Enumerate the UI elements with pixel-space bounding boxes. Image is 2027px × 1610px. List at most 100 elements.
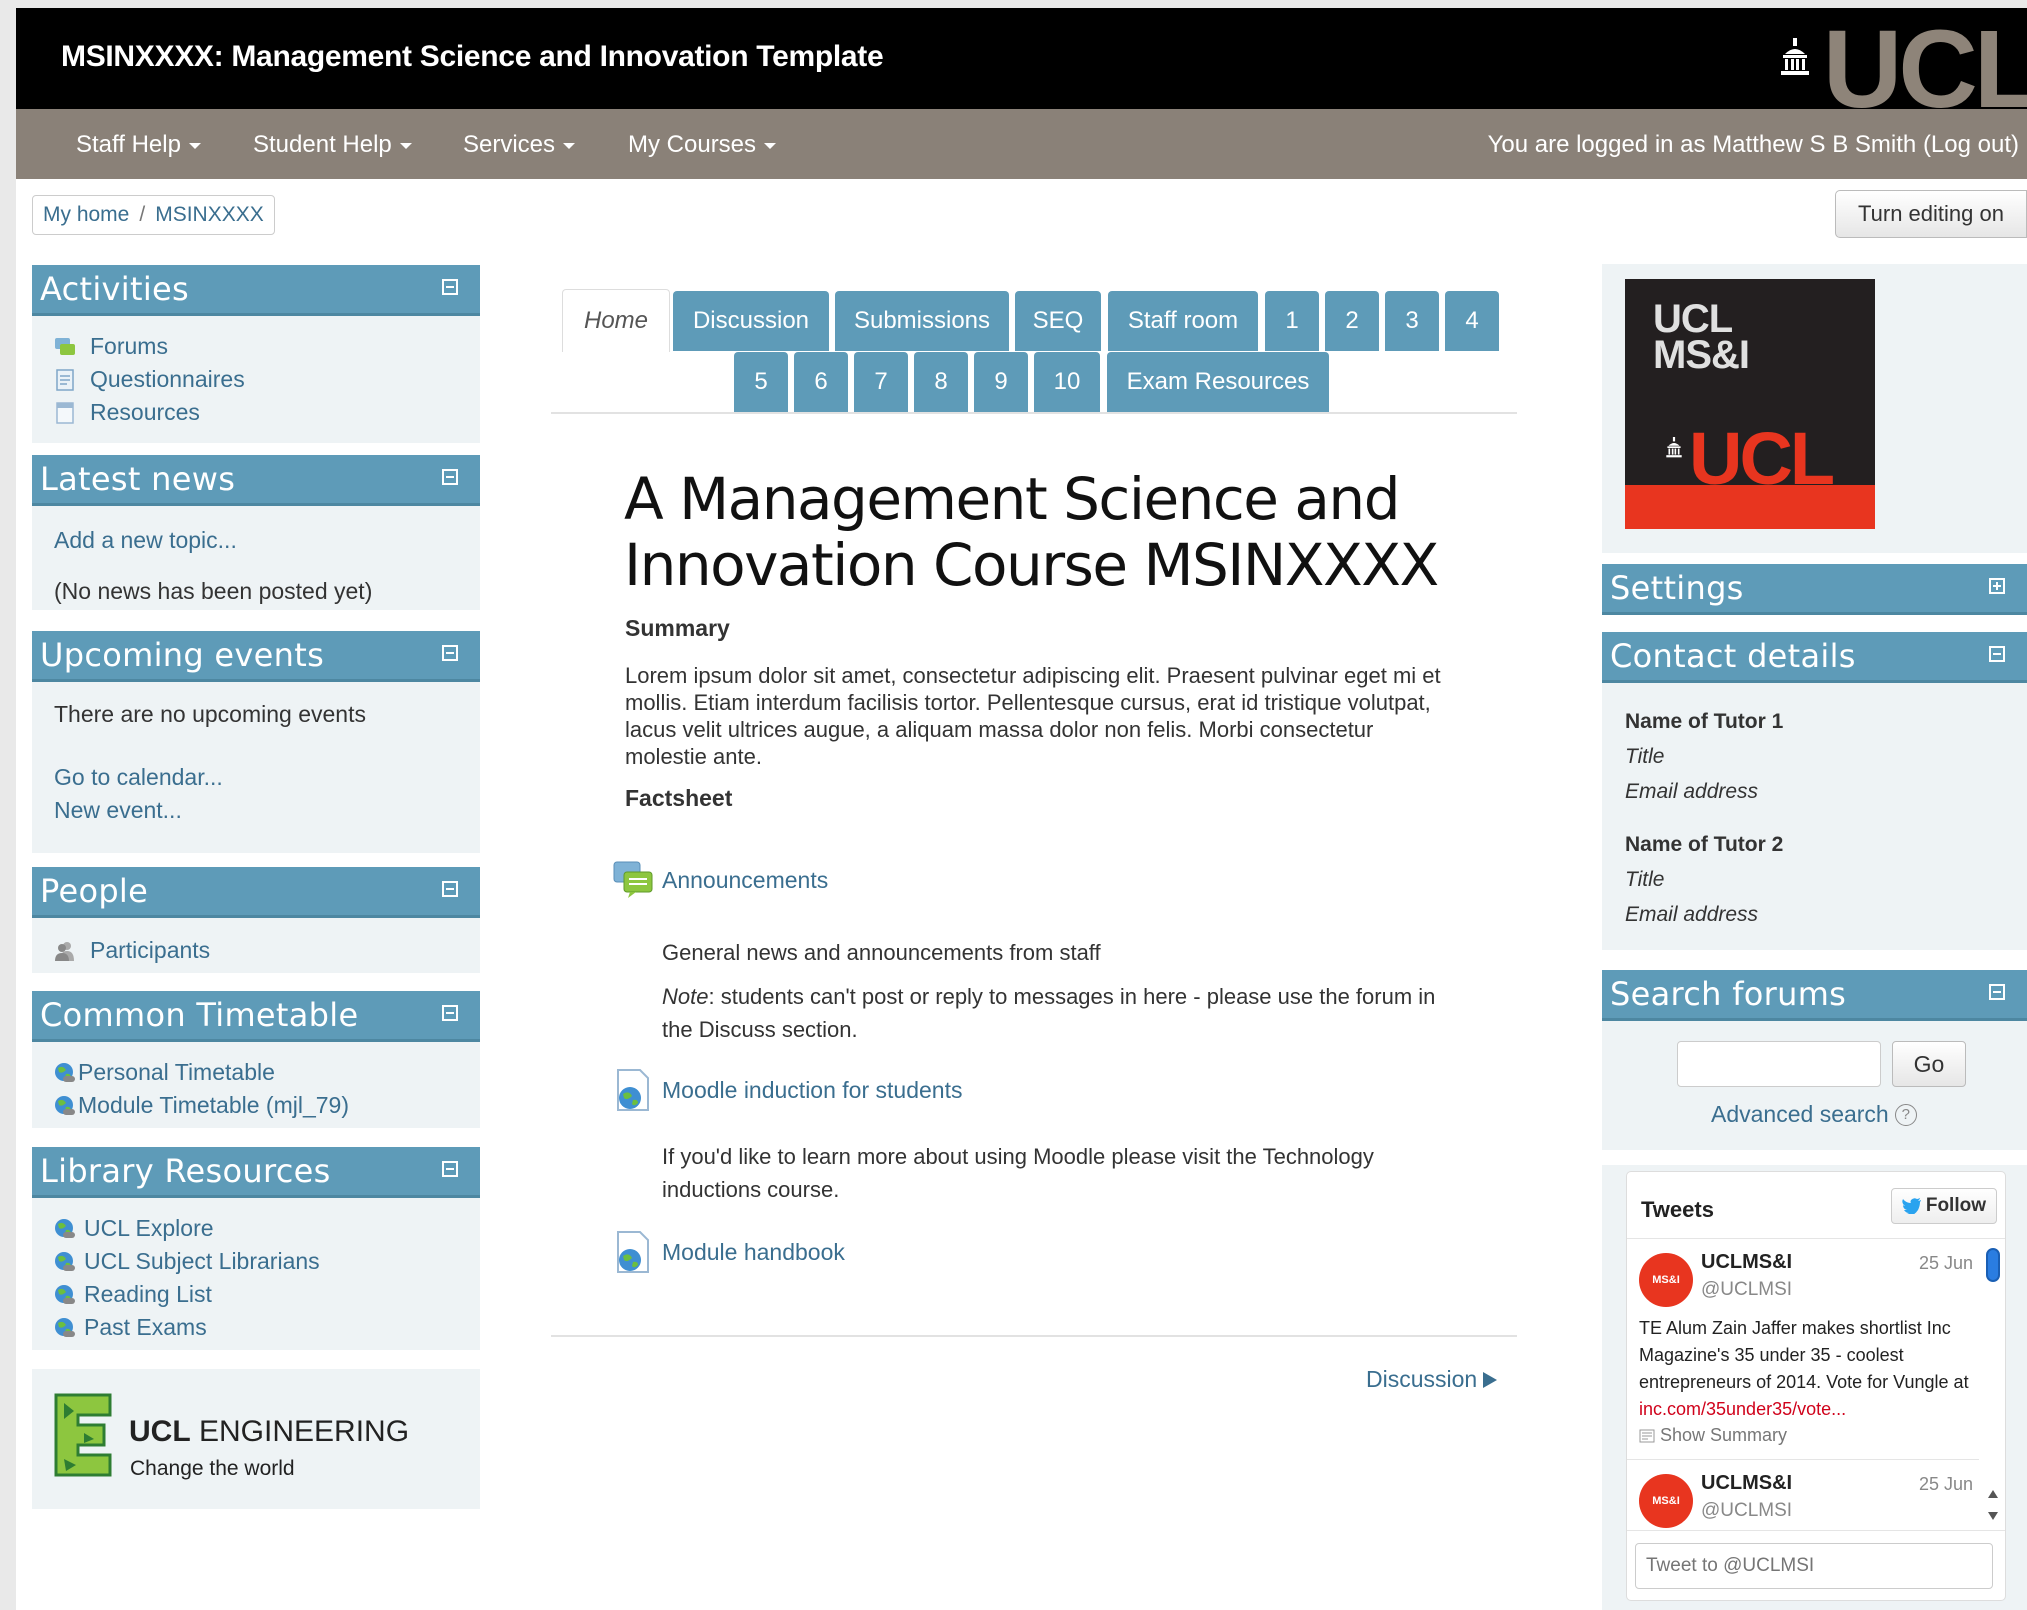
nav-student-help[interactable]: Student Help <box>253 131 412 159</box>
ucl-logo[interactable]: UCL <box>1779 26 2027 118</box>
block-title: Settings <box>1610 569 1744 607</box>
users-icon <box>55 941 74 961</box>
collapse-icon[interactable] <box>442 1161 458 1177</box>
block-header: Common Timetable <box>32 991 480 1042</box>
tab-2[interactable]: 2 <box>1325 291 1379 351</box>
tutor-email[interactable]: Email address <box>1625 774 1783 809</box>
tweet-date[interactable]: 25 Jun <box>1919 1253 1973 1274</box>
tweet-author[interactable]: UCLMS&I <box>1701 1472 1792 1495</box>
collapse-icon[interactable] <box>442 881 458 897</box>
tweet-compose-input[interactable] <box>1635 1543 1993 1589</box>
tab-8[interactable]: 8 <box>914 352 968 412</box>
library-link[interactable]: UCL Subject Librarians <box>54 1245 458 1278</box>
block-title: Latest news <box>40 460 236 498</box>
activity-module-handbook[interactable]: Module handbook <box>612 1230 845 1274</box>
tweet-author[interactable]: UCLMS&I <box>1701 1251 1792 1274</box>
next-section-link[interactable]: Discussion <box>1366 1366 1499 1393</box>
ucl-engineering-block[interactable]: UCL ENGINEERING Change the world <box>32 1369 480 1509</box>
factsheet-label: Factsheet <box>625 785 733 811</box>
tab-4[interactable]: 4 <box>1445 291 1499 351</box>
scroll-down-icon[interactable] <box>1988 1512 1998 1520</box>
tab-submissions[interactable]: Submissions <box>835 291 1009 351</box>
collapse-icon[interactable] <box>442 469 458 485</box>
search-go-button[interactable]: Go <box>1892 1041 1966 1087</box>
collapse-icon[interactable] <box>442 645 458 661</box>
library-link[interactable]: Past Exams <box>54 1311 458 1344</box>
tutor-title: Title <box>1625 745 1665 768</box>
breadcrumb-home[interactable]: My home <box>43 203 129 227</box>
tab-seq[interactable]: SEQ <box>1015 291 1101 351</box>
tweet-link[interactable]: inc.com/35under35/vote... <box>1639 1399 1846 1419</box>
tab-home[interactable]: Home <box>562 289 670 352</box>
add-topic-link[interactable]: Add a new topic... <box>54 527 237 554</box>
advanced-search-link[interactable]: Advanced search <box>1711 1101 1889 1128</box>
engineering-tagline: Change the world <box>130 1457 295 1480</box>
tab-10[interactable]: 10 <box>1034 352 1100 412</box>
new-event-link[interactable]: New event... <box>54 797 182 824</box>
people-block: People Participants <box>32 867 480 973</box>
activity-moodle-induction[interactable]: Moodle induction for students <box>612 1068 962 1112</box>
scroll-up-icon[interactable] <box>1988 1490 1998 1498</box>
tab-7[interactable]: 7 <box>854 352 908 412</box>
latest-news-block: Latest news Add a new topic... (No news … <box>32 455 480 610</box>
activity-announcements[interactable]: Announcements <box>612 860 828 900</box>
summary-text: Lorem ipsum dolor sit amet, consectetur … <box>625 663 1441 769</box>
resource-icon <box>56 401 74 424</box>
tweets-scrollbar[interactable] <box>1983 1240 2003 1530</box>
globe-link-icon <box>55 1095 75 1115</box>
msi-logo[interactable]: UCL MS&I UCL <box>1625 279 1875 529</box>
engineering-brand: ENGINEERING <box>199 1415 410 1448</box>
tweet-date[interactable]: 25 Jun <box>1919 1474 1973 1495</box>
search-forums-input[interactable] <box>1677 1041 1881 1087</box>
logout-link[interactable]: (Log out) <box>1923 131 2019 158</box>
globe-link-icon <box>55 1062 75 1082</box>
forum-icon <box>613 861 653 898</box>
breadcrumb-course[interactable]: MSINXXXX <box>155 203 264 227</box>
library-link[interactable]: UCL Explore <box>54 1212 458 1245</box>
collapse-icon[interactable] <box>1989 984 2005 1000</box>
go-to-calendar-link[interactable]: Go to calendar... <box>54 764 223 791</box>
activity-resources[interactable]: Resources <box>54 396 458 429</box>
tab-5[interactable]: 5 <box>734 352 788 412</box>
activity-questionnaires[interactable]: Questionnaires <box>54 363 458 396</box>
scrollbar-thumb[interactable] <box>1986 1248 2000 1282</box>
nav-services[interactable]: Services <box>463 131 576 159</box>
follow-button[interactable]: Follow <box>1890 1188 1997 1224</box>
tweet-item[interactable]: MS&I UCLMS&I @UCLMSI 25 Jun TE Alum Zain… <box>1627 1239 1979 1459</box>
tab-6[interactable]: 6 <box>794 352 848 412</box>
tutor-email[interactable]: Email address <box>1625 897 1783 932</box>
avatar[interactable]: MS&I <box>1639 1474 1693 1528</box>
msi-logo-wordmark: UCL <box>1689 417 1835 500</box>
participants-link[interactable]: Participants <box>54 934 458 967</box>
msi-logo-block: UCL MS&I UCL <box>1602 264 2027 553</box>
site-title[interactable]: MSINXXXX: Management Science and Innovat… <box>61 40 884 74</box>
no-news-text: (No news has been posted yet) <box>54 578 373 604</box>
tutor-title: Title <box>1625 868 1665 891</box>
activity-forums[interactable]: Forums <box>54 330 458 363</box>
tab-staff-room[interactable]: Staff room <box>1108 291 1258 351</box>
show-summary-link[interactable]: Show Summary <box>1639 1425 1787 1446</box>
tab-discussion[interactable]: Discussion <box>673 291 829 351</box>
help-icon[interactable]: ? <box>1894 1103 1917 1126</box>
msi-logo-line2: MS&I <box>1653 333 1750 377</box>
tab-exam-resources[interactable]: Exam Resources <box>1107 352 1329 412</box>
turn-editing-on-button[interactable]: Turn editing on <box>1835 190 2027 238</box>
no-events-text: There are no upcoming events <box>54 701 366 727</box>
avatar[interactable]: MS&I <box>1639 1253 1693 1307</box>
module-timetable-link[interactable]: Module Timetable (mjl_79) <box>54 1089 458 1122</box>
ucl-wordmark: UCL <box>1822 26 2027 118</box>
nav-my-courses[interactable]: My Courses <box>628 131 777 159</box>
personal-timetable-link[interactable]: Personal Timetable <box>54 1056 458 1089</box>
library-link[interactable]: Reading List <box>54 1278 458 1311</box>
tab-9[interactable]: 9 <box>974 352 1028 412</box>
collapse-icon[interactable] <box>442 1005 458 1021</box>
collapse-icon[interactable] <box>1989 646 2005 662</box>
collapse-icon[interactable] <box>442 279 458 295</box>
tab-1[interactable]: 1 <box>1265 291 1319 351</box>
nav-staff-help[interactable]: Staff Help <box>76 131 201 159</box>
announcements-description: General news and announcements from staf… <box>662 940 1101 965</box>
expand-icon[interactable] <box>1989 578 2005 594</box>
breadcrumb-separator: / <box>139 203 146 226</box>
tab-3[interactable]: 3 <box>1385 291 1439 351</box>
tweet-item[interactable]: MS&I UCLMS&I @UCLMSI 25 Jun <box>1627 1460 1979 1530</box>
